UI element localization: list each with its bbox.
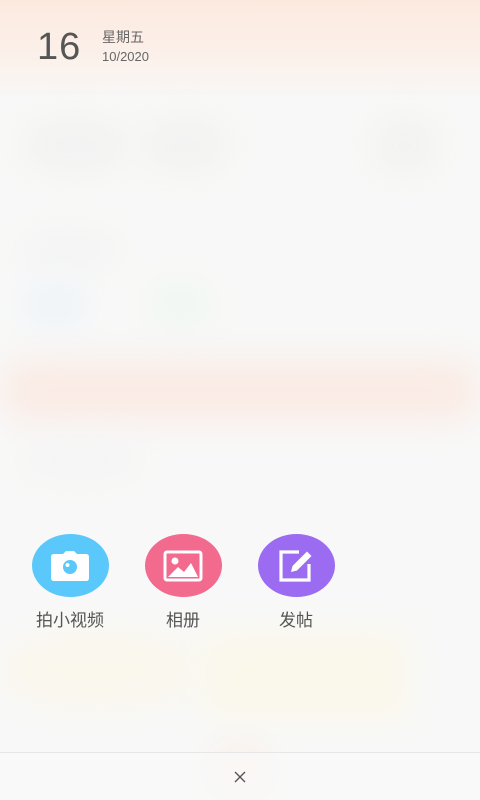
close-icon (234, 771, 246, 783)
day-number: 16 (37, 26, 82, 68)
album-button[interactable]: 相册 (133, 534, 233, 631)
shoot-video-button[interactable]: 拍小视频 (20, 534, 120, 631)
image-icon (144, 534, 222, 597)
weekday-label: 星期五 (102, 29, 144, 45)
publish-actions: 拍小视频 相册 发帖 (0, 534, 480, 634)
camera-icon (31, 534, 109, 597)
post-button[interactable]: 发帖 (246, 534, 346, 631)
shoot-video-label: 拍小视频 (36, 611, 104, 630)
edit-icon (257, 534, 335, 597)
date-header: 16 星期五 10/2020 (0, 0, 480, 95)
month-year-label: 10/2020 (102, 49, 149, 64)
blurred-background (0, 0, 480, 800)
close-button[interactable] (225, 763, 255, 791)
album-label: 相册 (166, 611, 200, 630)
bottom-bar (0, 752, 480, 800)
post-label: 发帖 (279, 611, 313, 630)
